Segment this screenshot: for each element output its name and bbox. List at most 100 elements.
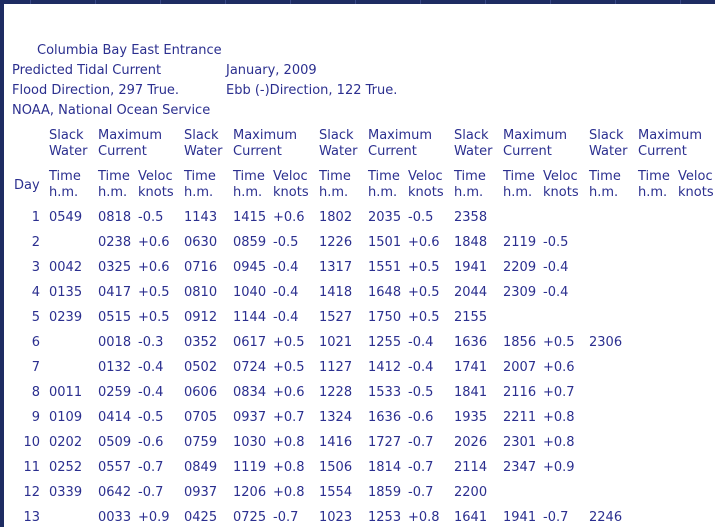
slack-time-cell: 0630: [184, 235, 218, 250]
column-group-header: Maximum: [98, 128, 163, 143]
velocity-cell: -0.5: [138, 210, 164, 225]
slack-time-cell: 1527: [319, 310, 353, 325]
tide-table-page: Columbia Bay East Entrance Predicted Tid…: [4, 4, 715, 527]
day-cell: 13: [23, 510, 40, 525]
max-time-cell: 0132: [98, 360, 132, 375]
slack-time-cell: 2358: [454, 210, 488, 225]
slack-time-cell: 1935: [454, 410, 488, 425]
max-time-cell: 1941: [503, 510, 537, 525]
velocity-cell: -0.4: [273, 285, 299, 300]
table-title: Predicted Tidal Current: [12, 63, 162, 78]
slack-time-cell: 1416: [319, 435, 353, 450]
velocity-cell: -0.4: [138, 360, 164, 375]
slack-time-cell: 0042: [49, 260, 83, 275]
day-cell: 7: [31, 360, 40, 375]
velocity-cell: -0.5: [408, 210, 434, 225]
max-time-cell: 1856: [503, 335, 537, 350]
month-label: January, 2009: [226, 63, 317, 78]
velocity-cell: +0.5: [273, 360, 305, 375]
column-group-header: Slack: [49, 128, 84, 143]
column-subheader: Veloc: [408, 169, 443, 184]
max-time-cell: 1750: [368, 310, 402, 325]
day-cell: 9: [31, 410, 40, 425]
max-time-cell: 1206: [233, 485, 267, 500]
velocity-cell: -0.7: [543, 510, 569, 525]
day-cell: 10: [23, 435, 40, 450]
slack-time-cell: 0716: [184, 260, 218, 275]
max-time-cell: 1727: [368, 435, 402, 450]
max-time-cell: 2209: [503, 260, 537, 275]
max-time-cell: 0414: [98, 410, 132, 425]
slack-time-cell: 2155: [454, 310, 488, 325]
velocity-cell: +0.6: [543, 360, 575, 375]
slack-time-cell: 0109: [49, 410, 83, 425]
velocity-cell: +0.6: [138, 235, 170, 250]
column-subheader: Time: [638, 169, 670, 184]
slack-time-cell: 1023: [319, 510, 353, 525]
max-time-cell: 2347: [503, 460, 537, 475]
velocity-cell: -0.5: [138, 410, 164, 425]
slack-time-cell: 2246: [589, 510, 623, 525]
max-time-cell: 0018: [98, 335, 132, 350]
velocity-cell: +0.8: [408, 510, 440, 525]
column-subheader: knots: [408, 185, 444, 200]
slack-time-cell: 1317: [319, 260, 353, 275]
slack-time-cell: 2200: [454, 485, 488, 500]
slack-time-cell: 0759: [184, 435, 218, 450]
velocity-cell: +0.6: [273, 210, 305, 225]
column-subheader: h.m.: [233, 185, 263, 200]
slack-time-cell: 0011: [49, 385, 83, 400]
max-time-cell: 1119: [233, 460, 267, 475]
max-time-cell: 0238: [98, 235, 132, 250]
velocity-cell: +0.6: [408, 235, 440, 250]
slack-time-cell: 1641: [454, 510, 488, 525]
velocity-cell: -0.4: [408, 335, 434, 350]
max-time-cell: 1253: [368, 510, 402, 525]
slack-time-cell: 1228: [319, 385, 353, 400]
max-time-cell: 1144: [233, 310, 267, 325]
column-subheader: Time: [98, 169, 130, 184]
column-group-header: Water: [454, 144, 493, 159]
slack-time-cell: 1506: [319, 460, 353, 475]
column-subheader: Time: [454, 169, 486, 184]
column-group-header: Water: [49, 144, 88, 159]
source-label: NOAA, National Ocean Service: [12, 103, 211, 118]
velocity-cell: -0.6: [138, 435, 164, 450]
max-time-cell: 2301: [503, 435, 537, 450]
slack-time-cell: 1554: [319, 485, 353, 500]
velocity-cell: -0.4: [543, 285, 569, 300]
column-subheader: Time: [49, 169, 81, 184]
max-time-cell: 0725: [233, 510, 267, 525]
slack-time-cell: 0135: [49, 285, 83, 300]
max-time-cell: 1040: [233, 285, 267, 300]
slack-time-cell: 0705: [184, 410, 218, 425]
velocity-cell: -0.7: [138, 485, 164, 500]
slack-time-cell: 2026: [454, 435, 488, 450]
column-subheader: Time: [233, 169, 265, 184]
slack-time-cell: 1143: [184, 210, 218, 225]
column-subheader: h.m.: [98, 185, 128, 200]
velocity-cell: +0.5: [138, 310, 170, 325]
slack-time-cell: 1226: [319, 235, 353, 250]
velocity-cell: +0.5: [543, 335, 575, 350]
max-time-cell: 2035: [368, 210, 402, 225]
column-subheader: Veloc: [543, 169, 578, 184]
slack-time-cell: 1741: [454, 360, 488, 375]
velocity-cell: -0.3: [138, 335, 164, 350]
velocity-cell: -0.7: [408, 460, 434, 475]
slack-time-cell: 2114: [454, 460, 488, 475]
velocity-cell: +0.8: [273, 485, 305, 500]
max-time-cell: 0859: [233, 235, 267, 250]
column-subheader: h.m.: [319, 185, 349, 200]
max-time-cell: 0515: [98, 310, 132, 325]
velocity-cell: -0.7: [138, 460, 164, 475]
max-time-cell: 1533: [368, 385, 402, 400]
slack-time-cell: 0252: [49, 460, 83, 475]
max-time-cell: 0617: [233, 335, 267, 350]
slack-time-cell: 1127: [319, 360, 353, 375]
slack-time-cell: 1841: [454, 385, 488, 400]
max-time-cell: 0557: [98, 460, 132, 475]
day-cell: 3: [31, 260, 40, 275]
slack-time-cell: 1941: [454, 260, 488, 275]
velocity-cell: +0.5: [138, 285, 170, 300]
